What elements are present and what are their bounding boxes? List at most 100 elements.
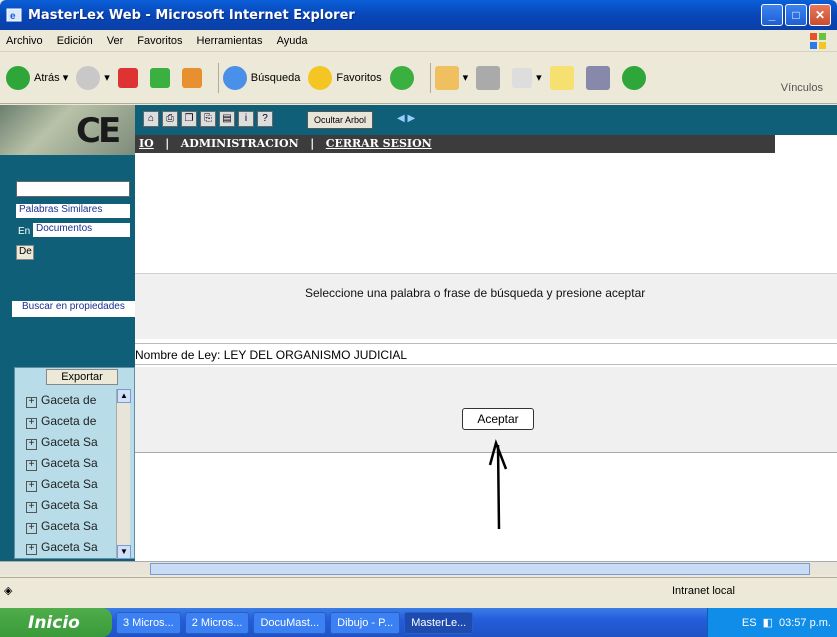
links-label[interactable]: Vínculos — [781, 82, 823, 94]
ie-toolbar: Atrás ▾ ▾ Búsqueda Favoritos ▾ ▾ Vínculo… — [0, 52, 837, 104]
ie-icon: e — [6, 8, 22, 22]
note-icon — [549, 65, 574, 90]
task-button[interactable]: DocuMast... — [253, 611, 327, 634]
export-button[interactable]: Exportar — [46, 369, 118, 385]
task-button[interactable]: Dibujo - P... — [330, 611, 401, 634]
favorites-button[interactable]: Favoritos — [308, 65, 382, 90]
status-bar: ◈ Intranet local — [0, 577, 837, 605]
tree-item[interactable]: + Gaceta Sa — [26, 435, 98, 450]
tree-scrollbar[interactable]: ▲ ▼ — [116, 389, 131, 559]
print-button[interactable] — [476, 65, 504, 90]
hand-drawn-arrow-icon — [488, 438, 508, 530]
stop-button[interactable] — [117, 67, 142, 88]
menu-favoritos[interactable]: Favoritos — [137, 35, 182, 47]
properties-icon[interactable]: ▤ — [219, 111, 235, 127]
forward-button[interactable]: ▾ — [76, 65, 110, 90]
hide-tree-button[interactable]: Ocultar Arbol — [307, 111, 374, 129]
law-name: Nombre de Ley: LEY DEL ORGANISMO JUDICIA… — [135, 343, 837, 365]
scroll-down-icon[interactable]: ▼ — [117, 545, 131, 559]
menu-herramientas[interactable]: Herramientas — [197, 35, 263, 47]
tree-item[interactable]: + Gaceta Sa — [26, 456, 98, 471]
tree-item[interactable]: + Gaceta de — [26, 414, 96, 429]
search-icon — [222, 65, 247, 90]
discuss-button[interactable] — [549, 65, 578, 90]
similar-words-option[interactable]: Palabras Similares — [16, 204, 130, 218]
edit-button[interactable]: ▾ — [512, 67, 542, 88]
de-button[interactable]: De — [16, 245, 34, 260]
task-button[interactable]: 3 Micros... — [116, 611, 181, 634]
language-indicator[interactable]: ES — [742, 617, 757, 629]
toolbar-separator — [429, 62, 431, 93]
expand-icon[interactable]: + — [26, 523, 37, 534]
expand-icon[interactable]: + — [26, 397, 37, 408]
expand-icon[interactable]: + — [26, 460, 37, 471]
menu-administracion[interactable]: ADMINISTRACION — [181, 137, 299, 150]
forward-arrow-icon — [76, 65, 101, 90]
tree-item[interactable]: + Gaceta Sa — [26, 540, 98, 555]
tree-item[interactable]: + Gaceta Sa — [26, 519, 98, 534]
taskbar: Inicio 3 Micros... 2 Micros... DocuMast.… — [0, 608, 837, 637]
page-icon: ◈ — [4, 585, 13, 597]
tree-item[interactable]: + Gaceta de — [26, 393, 96, 408]
nav-arrows-icon[interactable]: ◀ ▶ — [397, 113, 415, 124]
task-button[interactable]: 2 Micros... — [184, 611, 250, 634]
menu-archivo[interactable]: Archivo — [6, 35, 43, 47]
start-button[interactable]: Inicio — [0, 608, 112, 637]
maximize-button[interactable]: □ — [785, 4, 807, 26]
clock: 03:57 p.m. — [779, 616, 831, 629]
word-icon — [512, 67, 533, 88]
messenger-icon — [621, 65, 646, 90]
search-input[interactable] — [16, 181, 130, 197]
close-button[interactable]: ✕ — [809, 4, 831, 26]
search-properties-button[interactable]: Buscar en propiedades — [12, 301, 135, 317]
back-button[interactable]: Atrás ▾ — [6, 65, 68, 90]
instruction-panel: Seleccione una palabra o frase de búsque… — [135, 273, 837, 339]
info-icon[interactable]: i — [238, 111, 254, 127]
home-button[interactable] — [181, 67, 206, 88]
horizontal-scrollbar[interactable] — [0, 561, 837, 575]
expand-icon[interactable]: + — [26, 502, 37, 513]
home-icon — [181, 67, 202, 88]
messenger-button[interactable] — [621, 65, 650, 90]
copy-icon[interactable]: ❐ — [181, 111, 197, 127]
menu-ver[interactable]: Ver — [107, 35, 124, 47]
svg-text:e: e — [10, 11, 16, 22]
accept-button[interactable]: Aceptar — [462, 408, 534, 430]
print-icon[interactable]: ⎙ — [162, 111, 178, 127]
search-button[interactable]: Búsqueda — [222, 65, 300, 90]
export-icon[interactable]: ⎘ — [200, 111, 216, 127]
menu-edicion[interactable]: Edición — [57, 35, 93, 47]
task-button[interactable]: MasterLe... — [404, 611, 474, 634]
home-icon[interactable]: ⌂ — [143, 111, 159, 127]
expand-icon[interactable]: + — [26, 481, 37, 492]
expand-icon[interactable]: + — [26, 439, 37, 450]
back-arrow-icon — [6, 65, 30, 90]
research-button[interactable] — [585, 65, 614, 90]
history-button[interactable] — [389, 65, 418, 90]
menu-cerrar-sesion[interactable]: CERRAR SESION — [326, 137, 432, 150]
refresh-button[interactable] — [149, 67, 174, 88]
en-label: En — [18, 226, 31, 237]
help-icon[interactable]: ? — [257, 111, 273, 127]
research-icon — [585, 65, 610, 90]
menu-inicio[interactable]: IO — [139, 137, 154, 150]
tree-item[interactable]: + Gaceta Sa — [26, 477, 98, 492]
windows-logo-icon — [810, 33, 826, 49]
refresh-icon — [149, 67, 170, 88]
app-toolbar: ⌂ ⎙ ❐ ⎘ ▤ i ? Ocultar Arbol ◀ ▶ — [135, 105, 837, 135]
mail-icon — [434, 65, 459, 90]
scroll-thumb[interactable] — [150, 563, 810, 575]
expand-icon[interactable]: + — [26, 544, 37, 555]
history-icon — [389, 65, 414, 90]
menu-ayuda[interactable]: Ayuda — [277, 35, 308, 47]
tree-item[interactable]: + Gaceta Sa — [26, 498, 98, 513]
system-tray: ES ◧ 03:57 p.m. — [707, 608, 837, 637]
expand-icon[interactable]: + — [26, 418, 37, 429]
stop-icon — [117, 67, 138, 88]
scroll-up-icon[interactable]: ▲ — [117, 389, 131, 403]
network-icon[interactable]: ◧ — [763, 616, 773, 629]
documents-select[interactable]: Documentos — [33, 223, 130, 237]
minimize-button[interactable]: _ — [761, 4, 783, 26]
left-pane: CE Palabras Similares En Documentos De B… — [0, 105, 135, 561]
mail-button[interactable]: ▾ — [434, 65, 468, 90]
